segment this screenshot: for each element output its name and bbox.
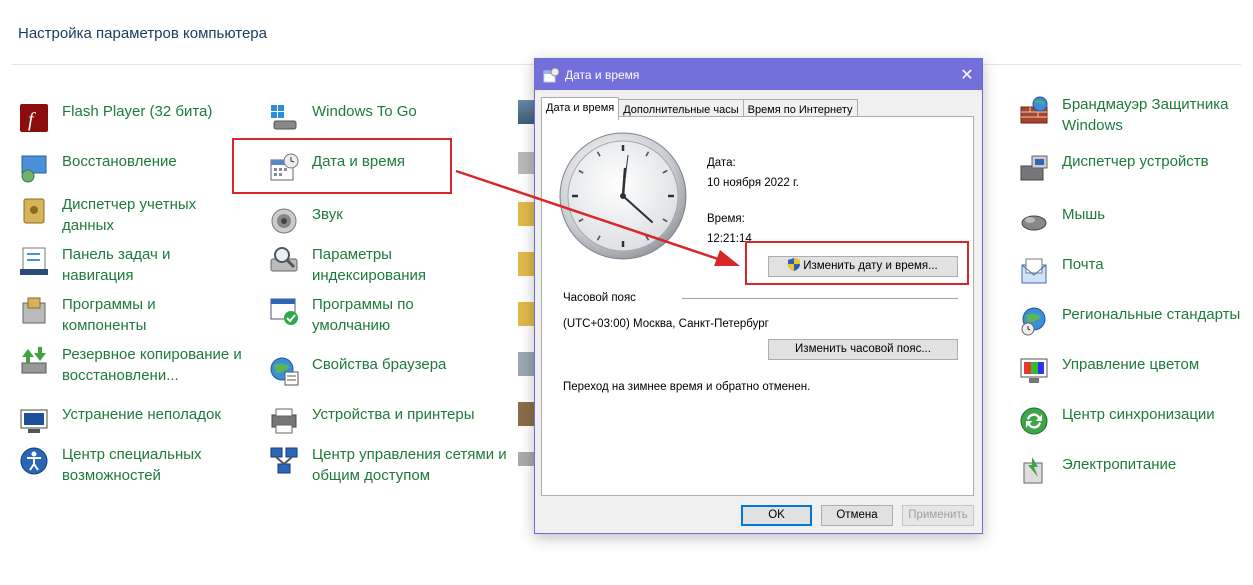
network-center-icon: [268, 445, 300, 477]
mail-icon: [1018, 255, 1050, 287]
cp-item-color-management[interactable]: Управление цветом: [1018, 354, 1199, 387]
highlight-change-date-time: [745, 241, 969, 285]
taskbar-icon: [18, 245, 50, 277]
obscured-icon: [518, 402, 534, 426]
backup-restore-icon: [18, 345, 50, 377]
cp-item-credential-manager[interactable]: Диспетчер учетных данных: [18, 194, 232, 236]
cp-item-internet-options[interactable]: Свойства браузера: [268, 354, 446, 387]
color-management-icon: [1018, 355, 1050, 387]
cp-item-troubleshooting[interactable]: Устранение неполадок: [18, 404, 221, 437]
date-value: 10 ноября 2022 г.: [707, 177, 799, 189]
obscured-icon: [518, 352, 534, 376]
date-label: Дата:: [707, 157, 736, 169]
sound-icon: [268, 205, 300, 237]
cp-item-windows-to-go[interactable]: Windows To Go: [268, 101, 417, 134]
programs-features-icon: [18, 295, 50, 327]
page-title: Настройка параметров компьютера: [18, 25, 267, 42]
ease-of-access-icon: [18, 445, 50, 477]
cp-item-devices-printers[interactable]: Устройства и принтеры: [268, 404, 474, 437]
date-time-title-icon: [543, 67, 560, 83]
timezone-divider: [682, 298, 958, 299]
ok-button[interactable]: OK: [741, 505, 812, 526]
cp-item-programs-features[interactable]: Программы и компоненты: [18, 294, 182, 336]
timezone-value: (UTC+03:00) Москва, Санкт-Петербург: [563, 318, 769, 330]
obscured-icon: [518, 202, 534, 226]
cp-item-sound[interactable]: Звук: [268, 204, 343, 237]
cp-item-ease-of-access[interactable]: Центр специальных возможностей: [18, 444, 222, 486]
region-icon: [1018, 305, 1050, 337]
credential-manager-icon: [18, 195, 50, 227]
device-manager-icon: [1018, 152, 1050, 184]
cp-item-default-programs[interactable]: Программы по умолчанию: [268, 294, 452, 336]
date-time-dialog: Дата и время ✕ Дата и время Дополнительн…: [534, 58, 983, 534]
recovery-icon: [18, 152, 50, 184]
power-options-icon: [1018, 455, 1050, 487]
cp-item-mail[interactable]: Почта: [1018, 254, 1104, 287]
time-label: Время:: [707, 213, 745, 225]
timezone-header: Часовой пояс: [563, 292, 636, 304]
cp-item-power-options[interactable]: Электропитание: [1018, 454, 1176, 487]
mouse-icon: [1018, 205, 1050, 237]
cp-item-backup-restore[interactable]: Резервное копирование и восстановлени...: [18, 344, 257, 386]
sync-center-icon: [1018, 405, 1050, 437]
dialog-title: Дата и время: [565, 67, 640, 82]
obscured-icon: [518, 100, 534, 124]
obscured-icon: [518, 452, 534, 466]
default-programs-icon: [268, 295, 300, 327]
close-icon[interactable]: ✕: [952, 65, 982, 85]
cp-item-firewall[interactable]: Брандмауэр Защитника Windows: [1018, 94, 1242, 136]
tab-date-time[interactable]: Дата и время: [541, 97, 620, 120]
dst-note: Переход на зимнее время и обратно отмене…: [563, 381, 811, 393]
cp-item-flash-player[interactable]: f Flash Player (32 бита): [18, 101, 212, 134]
cp-item-network-center[interactable]: Центр управления сетями и общим доступом: [268, 444, 512, 486]
indexing-options-icon: [268, 245, 300, 277]
cp-item-device-manager[interactable]: Диспетчер устройств: [1018, 151, 1209, 184]
cp-item-mouse[interactable]: Мышь: [1018, 204, 1105, 237]
highlight-date-time: [232, 138, 452, 194]
devices-printers-icon: [268, 405, 300, 437]
change-timezone-button[interactable]: Изменить часовой пояс...: [768, 339, 958, 360]
cancel-button[interactable]: Отмена: [821, 505, 893, 526]
firewall-icon: [1018, 95, 1050, 127]
internet-options-icon: [268, 355, 300, 387]
analog-clock: [559, 132, 687, 260]
windows-to-go-icon: [268, 102, 300, 134]
cp-item-region[interactable]: Региональные стандарты: [1018, 304, 1240, 337]
obscured-icon: [518, 152, 534, 174]
obscured-icon: [518, 302, 534, 326]
obscured-icon: [518, 252, 534, 276]
cp-item-recovery[interactable]: Восстановление: [18, 151, 177, 184]
troubleshooting-icon: [18, 405, 50, 437]
cp-item-taskbar[interactable]: Панель задач и навигация: [18, 244, 202, 286]
cp-item-sync-center[interactable]: Центр синхронизации: [1018, 404, 1215, 437]
dialog-titlebar[interactable]: Дата и время ✕: [535, 59, 982, 90]
cp-item-indexing-options[interactable]: Параметры индексирования: [268, 244, 452, 286]
flash-player-icon: f: [18, 102, 50, 134]
tab-panel: Дата: 10 ноября 2022 г. Время: 12:21:14 …: [541, 116, 974, 496]
apply-button[interactable]: Применить: [902, 505, 974, 526]
